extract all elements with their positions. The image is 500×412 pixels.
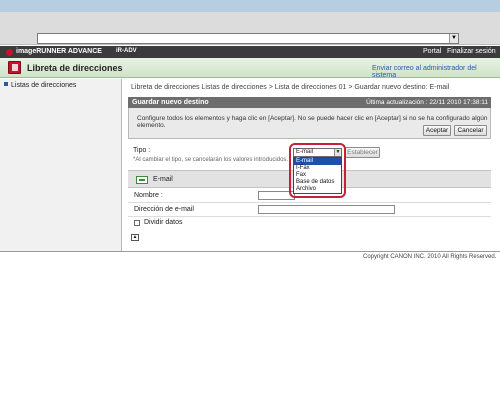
mail-admin-link[interactable]: Enviar correo al administrador del siste…	[372, 65, 500, 79]
cancel-button[interactable]: Cancelar	[454, 125, 487, 136]
product-name: imageRUNNER ADVANCE	[16, 48, 102, 55]
email-input[interactable]	[258, 205, 395, 214]
title-bar: Libreta de direcciones Enviar correo al …	[0, 58, 500, 79]
split-row: Dividir datos	[128, 217, 491, 231]
copyright: Copyright CANON INC. 2010 All Rights Res…	[363, 254, 497, 260]
email-row: Dirección de e-mail	[128, 203, 491, 217]
address-dropdown-icon[interactable]: ▼	[449, 34, 458, 43]
type-option-fax[interactable]: Fax	[294, 172, 341, 179]
email-icon	[136, 176, 148, 184]
sidebar-item-label: Listas de direcciones	[11, 82, 77, 89]
logout-link[interactable]: Finalizar sesión	[447, 48, 496, 55]
browser-title-bar	[0, 0, 500, 12]
accept-button[interactable]: Aceptar	[423, 125, 451, 136]
sidebar: Listas de direcciones	[0, 79, 122, 251]
sidebar-item-address-lists[interactable]: Listas de direcciones	[4, 82, 76, 89]
back-to-top-icon[interactable]: ▲	[131, 234, 139, 241]
type-select[interactable]: E-mail ▼	[293, 148, 342, 157]
footer-divider	[0, 251, 500, 252]
split-data-label: Dividir datos	[144, 219, 183, 226]
email-label: Dirección de e-mail	[134, 206, 194, 213]
type-label: Tipo :	[133, 147, 151, 154]
chevron-down-icon[interactable]: ▼	[334, 149, 341, 156]
type-option-database[interactable]: Base de datos	[294, 179, 341, 186]
device-name: iR-ADV	[116, 48, 137, 54]
name-input[interactable]	[258, 191, 295, 200]
type-option-email[interactable]: E-mail	[294, 158, 341, 165]
panel-title: Guardar nuevo destino	[132, 99, 209, 106]
type-option-file[interactable]: Archivo	[294, 186, 341, 193]
section-title: E-mail	[153, 176, 173, 183]
bullet-icon	[4, 82, 8, 86]
split-data-checkbox[interactable]	[134, 220, 140, 226]
breadcrumb[interactable]: Libreta de direcciones Listas de direcci…	[131, 84, 449, 91]
page-title: Libreta de direcciones	[27, 63, 123, 73]
type-option-ifax[interactable]: I-Fax	[294, 165, 341, 172]
type-note: *Al cambiar el tipo, se cancelarán los v…	[133, 157, 289, 163]
last-updated: Última actualización : 22/11 2010 17:38:…	[366, 99, 488, 106]
type-dropdown-list: E-mail I-Fax Fax Base de datos Archivo	[293, 157, 342, 194]
type-select-value: E-mail	[296, 149, 314, 155]
portal-link[interactable]: Portal	[423, 48, 441, 55]
address-bar[interactable]: ▼	[37, 33, 459, 44]
panel-header: Guardar nuevo destino Última actualizaci…	[128, 97, 491, 108]
app-header: imageRUNNER ADVANCE iR-ADV Portal Finali…	[0, 46, 500, 58]
set-button[interactable]: Establecer	[345, 147, 380, 158]
name-label: Nombre :	[134, 192, 163, 199]
canon-logo-icon	[6, 49, 13, 56]
address-book-icon	[8, 61, 21, 74]
